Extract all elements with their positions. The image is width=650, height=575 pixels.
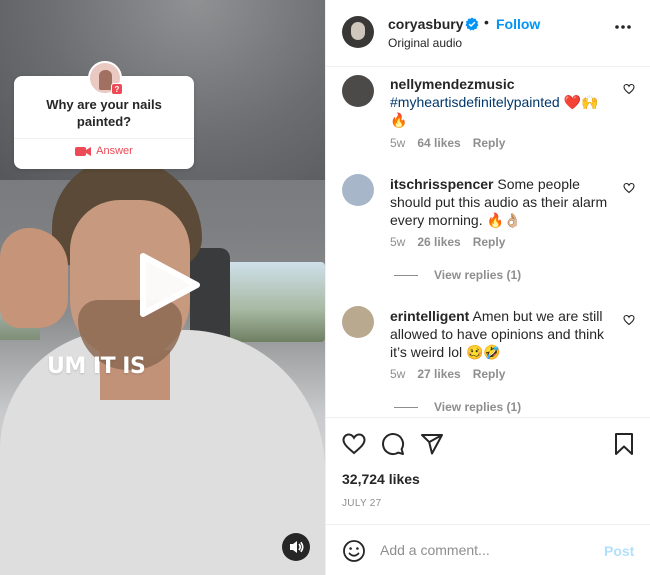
- comment-meta: 5w 26 likes Reply: [390, 235, 517, 249]
- view-replies-button[interactable]: View replies (1): [394, 400, 521, 414]
- comment-icon[interactable]: [381, 432, 405, 456]
- question-badge: ?: [111, 83, 123, 95]
- comment-avatar[interactable]: [342, 75, 374, 107]
- comment-likes[interactable]: 27 likes: [417, 367, 460, 381]
- more-options-icon[interactable]: [614, 24, 632, 30]
- comment-avatar[interactable]: [342, 174, 374, 206]
- share-icon[interactable]: [420, 432, 444, 456]
- emoji-icon[interactable]: [342, 539, 366, 563]
- comment-heart-icon[interactable]: [623, 182, 635, 194]
- comment-heart-icon[interactable]: [623, 314, 635, 326]
- comment-username[interactable]: erintelligent: [390, 308, 469, 324]
- answer-label: Answer: [96, 145, 133, 157]
- verified-badge-icon: [465, 17, 479, 31]
- heart-icon[interactable]: [342, 432, 366, 456]
- video-car-window: [222, 262, 325, 342]
- video-player[interactable]: Why are your nails painted? Answer ? UM …: [0, 0, 325, 575]
- comment-meta: 5w 64 likes Reply: [390, 136, 517, 150]
- view-replies-line: [394, 407, 418, 409]
- answer-button[interactable]: Answer: [14, 145, 194, 157]
- post-header: coryasbury • Follow Original audio: [326, 0, 650, 67]
- comment-text[interactable]: #myheartisdefinitelypainted ❤️🙌 🔥: [390, 94, 598, 128]
- comment-composer: Post: [326, 524, 650, 575]
- question-text: Why are your nails painted?: [46, 97, 162, 129]
- comment-likes[interactable]: 64 likes: [417, 136, 460, 150]
- comment-meta: 5w 27 likes Reply: [390, 367, 517, 381]
- add-comment-input[interactable]: [380, 538, 590, 562]
- play-icon[interactable]: [133, 250, 203, 320]
- audio-toggle-button[interactable]: [282, 533, 310, 561]
- avatar[interactable]: [342, 16, 374, 48]
- comment-body: itschrisspencer Some people should put t…: [390, 175, 615, 229]
- post-sidebar: coryasbury • Follow Original audio nelly…: [325, 0, 650, 575]
- comment-time: 5w: [390, 235, 406, 249]
- comment-reply-button[interactable]: Reply: [473, 367, 506, 381]
- comment-username[interactable]: nellymendezmusic: [390, 76, 515, 92]
- video-caption-overlay: UM IT IS: [47, 354, 146, 379]
- comment-time: 5w: [390, 367, 406, 381]
- follow-button[interactable]: Follow: [496, 16, 540, 32]
- video-camera-icon: [75, 146, 92, 156]
- comment-likes[interactable]: 26 likes: [417, 235, 460, 249]
- comment-heart-icon[interactable]: [623, 83, 635, 95]
- comment-time: 5w: [390, 136, 406, 150]
- audio-subtitle[interactable]: Original audio: [388, 36, 462, 50]
- post-comment-button[interactable]: Post: [604, 543, 634, 559]
- comment-username[interactable]: itschrisspencer: [390, 176, 494, 192]
- post-actions: 32,724 likes JULY 27: [326, 417, 650, 524]
- view-replies-label: View replies (1): [434, 268, 522, 282]
- comment-avatar[interactable]: [342, 306, 374, 338]
- view-replies-label: View replies (1): [434, 400, 522, 414]
- post-author-username[interactable]: coryasbury: [388, 16, 463, 32]
- comment-reply-button[interactable]: Reply: [473, 235, 506, 249]
- likes-count[interactable]: 32,724 likes: [342, 471, 420, 487]
- video-person-hand: [0, 228, 68, 328]
- view-replies-line: [394, 275, 418, 277]
- speaker-icon: [290, 541, 304, 553]
- comment-body: erintelligent Amen but we are still allo…: [390, 307, 615, 361]
- comment-body: nellymendezmusic #myheartisdefinitelypai…: [390, 75, 615, 129]
- header-separator: •: [484, 14, 489, 30]
- view-replies-button[interactable]: View replies (1): [394, 268, 521, 282]
- bookmark-icon[interactable]: [613, 432, 635, 456]
- post-date: JULY 27: [342, 498, 382, 509]
- comment-reply-button[interactable]: Reply: [473, 136, 506, 150]
- question-divider: [14, 138, 194, 139]
